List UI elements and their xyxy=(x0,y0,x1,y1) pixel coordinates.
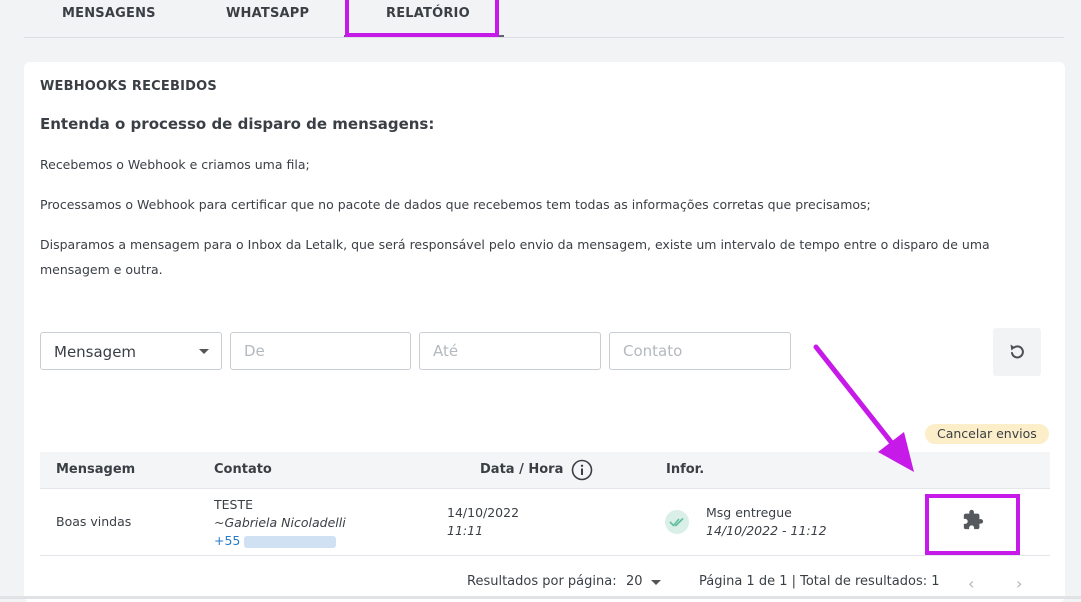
webhooks-card: WEBHOOKS RECEBIDOS Entenda o processo de… xyxy=(24,62,1065,602)
message-type-value: Mensagem xyxy=(54,343,137,361)
row-status: Msg entregue xyxy=(706,505,792,520)
column-header-info: Infor. xyxy=(666,462,705,477)
row-contact-subtitle: ~Gabriela Nicoladelli xyxy=(214,515,346,530)
table-row: Boas vindas TESTE ~Gabriela Nicoladelli … xyxy=(40,489,1050,556)
per-page-label: Resultados por página: xyxy=(467,574,617,589)
active-tab-indicator xyxy=(344,35,504,37)
info-icon[interactable] xyxy=(571,459,593,481)
tab-bar: MENSAGENS WHATSAPP RELATÓRIO xyxy=(24,0,1064,38)
cancel-sends-button[interactable]: Cancelar envios xyxy=(925,424,1049,444)
row-status-time: 14/10/2022 - 11:12 xyxy=(706,523,827,538)
pagination: Resultados por página: 20 Página 1 de 1 … xyxy=(40,570,1050,594)
contact-input[interactable] xyxy=(609,332,791,370)
process-step-1: Recebemos o Webhook e criamos uma fila; xyxy=(40,157,310,172)
card-title: WEBHOOKS RECEBIDOS xyxy=(40,79,217,94)
refresh-icon xyxy=(1010,344,1024,359)
delivered-check-icon xyxy=(665,510,689,534)
pagination-info: Página 1 de 1 | Total de resultados: 1 xyxy=(699,574,940,589)
tab-whatsapp-label: WHATSAPP xyxy=(226,6,310,21)
column-header-contact: Contato xyxy=(214,462,272,477)
blurred-phone-number xyxy=(244,535,337,548)
date-to-input[interactable] xyxy=(419,332,601,370)
chevron-left-icon[interactable]: ‹ xyxy=(968,574,974,593)
date-from-input[interactable] xyxy=(230,332,411,370)
column-header-datetime: Data / Hora xyxy=(480,462,564,477)
per-page-select[interactable]: 20 xyxy=(626,574,643,589)
process-subtitle: Entenda o processo de disparo de mensage… xyxy=(40,115,435,133)
tab-relatorio-label: RELATÓRIO xyxy=(386,6,470,21)
row-date: 14/10/2022 xyxy=(447,505,520,520)
table-header: Mensagem Contato Data / Hora Infor. xyxy=(40,452,1050,489)
process-step-2: Processamos o Webhook para certificar qu… xyxy=(40,197,871,212)
row-message: Boas vindas xyxy=(56,514,132,529)
webhooks-table: Mensagem Contato Data / Hora Infor. Boas… xyxy=(40,452,1050,602)
row-contact-phone[interactable]: +55 xyxy=(214,533,337,548)
tab-mensagens-label: MENSAGENS xyxy=(62,6,156,21)
chevron-down-icon[interactable] xyxy=(651,580,661,585)
row-contact-name: TESTE xyxy=(214,497,254,512)
process-step-3: Disparamos a mensagem para o Inbox da Le… xyxy=(40,237,990,277)
row-time: 11:11 xyxy=(447,523,484,538)
message-type-select[interactable]: Mensagem xyxy=(40,332,222,370)
phone-prefix: +55 xyxy=(214,533,241,548)
reset-filters-button[interactable] xyxy=(993,328,1041,376)
chevron-down-icon xyxy=(199,349,209,354)
chevron-right-icon[interactable]: › xyxy=(1016,574,1022,593)
column-header-message: Mensagem xyxy=(56,462,136,477)
puzzle-icon[interactable] xyxy=(962,509,984,531)
